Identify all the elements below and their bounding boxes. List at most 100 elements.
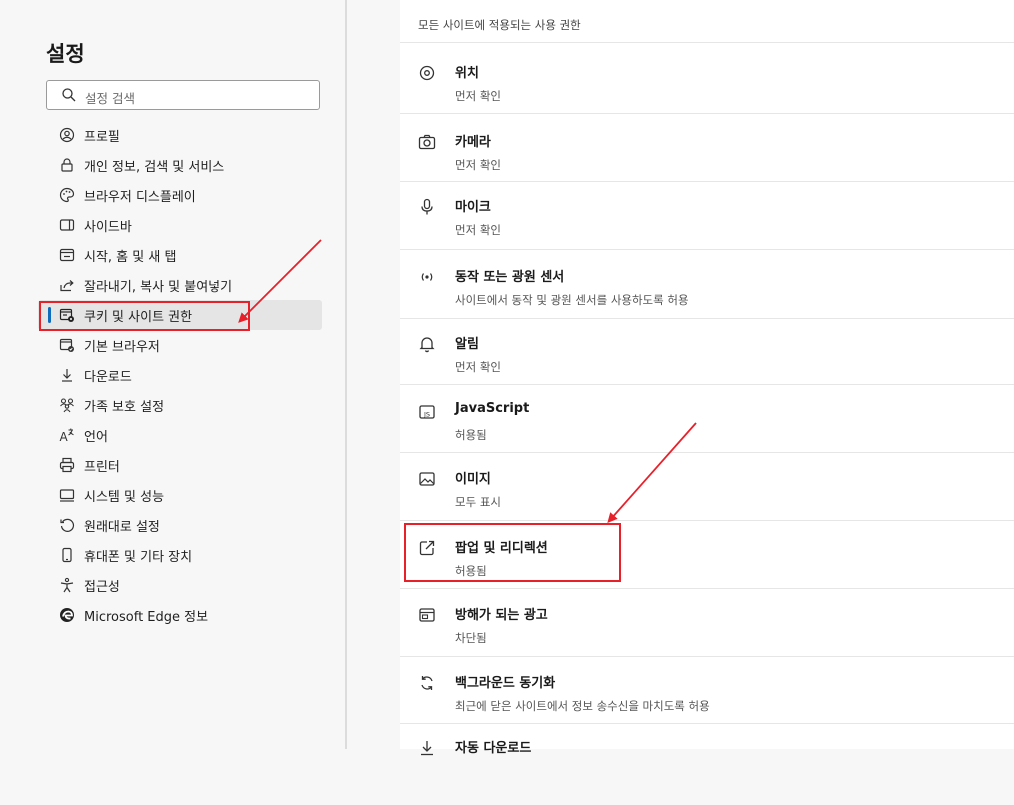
edge-logo-icon xyxy=(60,608,74,622)
sidebar-item-privacy[interactable]: 개인 정보, 검색 및 서비스 xyxy=(38,150,322,180)
sidebar-item-label: 휴대폰 및 기타 장치 xyxy=(84,549,193,565)
sensor-icon xyxy=(421,273,433,281)
permission-status: 먼저 확인 xyxy=(455,89,501,103)
sidebar-item-label: 잘라내기, 복사 및 붙여넣기 xyxy=(84,279,233,295)
permission-background-sync[interactable]: 백그라운드 동기화 최근에 닫은 사이트에서 정보 송수신을 마치도록 허용 xyxy=(400,672,1014,740)
permission-status: 차단됨 xyxy=(455,631,487,645)
svg-text:JS: JS xyxy=(423,411,430,419)
search-placeholder: 설정 검색 xyxy=(85,91,135,106)
permission-name: 자동 다운로드 xyxy=(455,741,532,756)
ads-icon xyxy=(419,608,435,622)
permission-location[interactable]: 위치 먼저 확인 xyxy=(400,62,1014,130)
accessibility-icon xyxy=(60,577,74,593)
permission-name: 알림 xyxy=(455,337,479,352)
sidebar-item-languages[interactable]: A 언어 xyxy=(38,420,322,450)
microphone-icon xyxy=(421,198,433,215)
sidebar-item-label: 개인 정보, 검색 및 서비스 xyxy=(84,159,225,175)
sidebar-item-label: 프린터 xyxy=(84,459,120,475)
sidebar-item-phone-devices[interactable]: 휴대폰 및 기타 장치 xyxy=(38,540,322,570)
sidebar-item-label: Microsoft Edge 정보 xyxy=(84,609,209,625)
permission-name: 위치 xyxy=(455,66,479,81)
sidebar-item-label: 접근성 xyxy=(84,579,120,595)
system-icon xyxy=(59,489,75,502)
auto-download-icon xyxy=(421,741,433,756)
section-title: 모든 사이트에 적용되는 사용 권한 xyxy=(418,18,581,32)
permission-javascript[interactable]: JS JavaScript 허용됨 xyxy=(400,401,1014,469)
bell-icon xyxy=(419,337,435,353)
permission-status: 사이트에서 동작 및 광원 센서를 사용하도록 허용 xyxy=(455,293,689,307)
sidebar-item-profile[interactable]: 프로필 xyxy=(38,120,322,150)
sidebar-item-label: 원래대로 설정 xyxy=(84,519,160,535)
divider xyxy=(400,588,1014,589)
sidebar-item-label: 시스템 및 성능 xyxy=(84,489,165,505)
sidebar-icon xyxy=(59,219,75,231)
divider xyxy=(400,181,1014,182)
language-icon: A xyxy=(60,428,74,444)
image-icon xyxy=(419,472,435,486)
sync-icon xyxy=(421,676,433,690)
palette-icon xyxy=(59,187,75,203)
sidebar-item-about-edge[interactable]: Microsoft Edge 정보 xyxy=(38,600,322,630)
home-tab-icon xyxy=(59,248,75,262)
highlight-box-cookies xyxy=(39,301,250,331)
sidebar-item-default-browser[interactable]: 기본 브라우저 xyxy=(38,330,322,360)
sidebar-item-label: 사이드바 xyxy=(84,219,132,235)
permission-motion-sensors[interactable]: 동작 또는 광원 센서 사이트에서 동작 및 광원 센서를 사용하도록 허용 xyxy=(400,266,1014,334)
permission-status: 최근에 닫은 사이트에서 정보 송수신을 마치도록 허용 xyxy=(455,699,710,713)
highlight-box-popups xyxy=(404,523,621,582)
permission-status: 먼저 확인 xyxy=(455,223,501,237)
permission-name: 백그라운드 동기화 xyxy=(455,676,556,691)
sidebar-item-appearance[interactable]: 브라우저 디스플레이 xyxy=(38,180,322,210)
lock-icon xyxy=(61,158,73,172)
page-title: 설정 xyxy=(46,42,85,66)
permission-status: 허용됨 xyxy=(455,428,487,442)
sidebar-item-sidebar[interactable]: 사이드바 xyxy=(38,210,322,240)
search-input[interactable]: 설정 검색 xyxy=(46,80,320,110)
divider xyxy=(400,452,1014,453)
sidebar-item-label: 기본 브라우저 xyxy=(84,339,160,355)
share-icon xyxy=(60,280,74,292)
pane-divider xyxy=(345,0,347,749)
default-browser-icon xyxy=(59,338,74,352)
sidebar-item-printers[interactable]: 프린터 xyxy=(38,450,322,480)
permission-camera[interactable]: 카메라 먼저 확인 xyxy=(400,131,1014,199)
divider xyxy=(400,384,1014,385)
reset-icon xyxy=(60,518,75,532)
location-icon xyxy=(419,65,435,81)
permission-microphone[interactable]: 마이크 먼저 확인 xyxy=(400,196,1014,264)
settings-nav: 프로필 개인 정보, 검색 및 서비스 브라우저 디스플레이 사이드바 시작, … xyxy=(38,120,322,630)
permission-name: JavaScript xyxy=(455,401,530,416)
settings-sidebar: 설정 설정 검색 프로필 개인 정보, 검색 및 서비스 브라우저 디스플레이 … xyxy=(0,0,345,749)
download-icon xyxy=(62,369,72,382)
permission-name: 이미지 xyxy=(455,472,491,487)
printer-icon xyxy=(59,457,75,473)
divider xyxy=(400,723,1014,724)
divider xyxy=(400,113,1014,114)
phone-icon xyxy=(62,547,72,563)
permission-name: 동작 또는 광원 센서 xyxy=(455,270,565,285)
sidebar-item-downloads[interactable]: 다운로드 xyxy=(38,360,322,390)
permission-intrusive-ads[interactable]: 방해가 되는 광고 차단됨 xyxy=(400,604,1014,672)
svg-text:A: A xyxy=(60,430,69,444)
sidebar-item-label: 프로필 xyxy=(84,129,120,145)
sidebar-item-label: 시작, 홈 및 새 탭 xyxy=(84,249,177,265)
permission-auto-downloads[interactable]: 자동 다운로드 xyxy=(400,737,1014,805)
sidebar-item-label: 다운로드 xyxy=(84,369,132,385)
site-permissions-panel: 모든 사이트에 적용되는 사용 권한 위치 먼저 확인 카메라 먼저 확인 마이… xyxy=(400,0,1014,756)
sidebar-item-accessibility[interactable]: 접근성 xyxy=(38,570,322,600)
divider xyxy=(400,42,1014,43)
permission-name: 마이크 xyxy=(455,200,491,215)
javascript-icon: JS xyxy=(419,405,435,419)
family-icon xyxy=(60,398,74,413)
permission-notifications[interactable]: 알림 먼저 확인 xyxy=(400,333,1014,401)
sidebar-item-label: 언어 xyxy=(84,429,108,445)
permission-status: 먼저 확인 xyxy=(455,158,501,172)
permission-status: 먼저 확인 xyxy=(455,360,501,374)
sidebar-item-start-home-newtab[interactable]: 시작, 홈 및 새 탭 xyxy=(38,240,322,270)
camera-icon xyxy=(418,134,436,150)
sidebar-item-family[interactable]: 가족 보호 설정 xyxy=(38,390,322,420)
divider xyxy=(400,520,1014,521)
sidebar-item-share-copy-paste[interactable]: 잘라내기, 복사 및 붙여넣기 xyxy=(38,270,322,300)
sidebar-item-reset[interactable]: 원래대로 설정 xyxy=(38,510,322,540)
sidebar-item-system[interactable]: 시스템 및 성능 xyxy=(38,480,322,510)
